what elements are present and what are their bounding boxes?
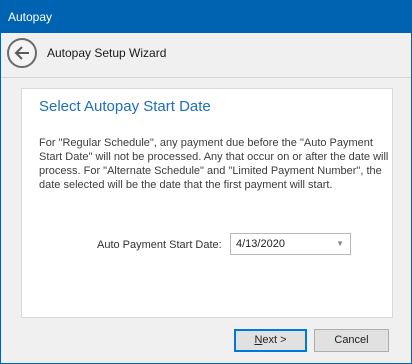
dropdown-caret-icon[interactable]: ▼ bbox=[336, 239, 344, 248]
title-bar[interactable]: Autopay bbox=[1, 1, 411, 33]
wizard-title: Autopay Setup Wizard bbox=[47, 46, 167, 60]
step-title: Select Autopay Start Date bbox=[39, 98, 211, 115]
cancel-button[interactable]: Cancel bbox=[314, 329, 389, 352]
next-label-rest: ext > bbox=[262, 334, 287, 346]
wizard-header: Autopay Setup Wizard bbox=[1, 33, 411, 78]
start-date-select[interactable]: 4/13/2020 ▼ bbox=[230, 233, 351, 255]
back-arrow-icon bbox=[14, 46, 29, 60]
back-button[interactable] bbox=[7, 38, 37, 68]
step-description: For "Regular Schedule", any payment due … bbox=[39, 137, 389, 191]
autopay-window: Autopay Autopay Setup Wizard Select Auto… bbox=[0, 0, 412, 364]
start-date-label: Auto Payment Start Date: bbox=[97, 239, 222, 251]
start-date-value: 4/13/2020 bbox=[236, 238, 285, 250]
next-button[interactable]: Next > bbox=[234, 329, 307, 352]
wizard-content-panel: Select Autopay Start Date For "Regular S… bbox=[21, 88, 393, 318]
window-title: Autopay bbox=[8, 10, 53, 24]
wizard-footer: Next > Cancel bbox=[1, 321, 411, 363]
